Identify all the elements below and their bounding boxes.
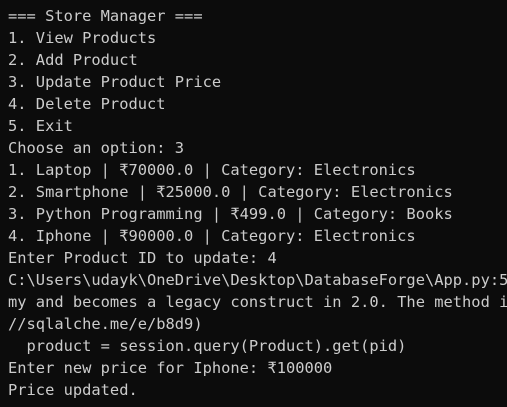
menu-option-add-product: 2. Add Product bbox=[8, 51, 138, 69]
warning-link-line: //sqlalche.me/e/b8d9) bbox=[8, 315, 203, 333]
product-row: 4. Iphone | ₹90000.0 | Category: Electro… bbox=[8, 227, 416, 245]
choose-option-prompt: Choose an option: 3 bbox=[8, 139, 185, 157]
status-message: Price updated. bbox=[8, 381, 138, 399]
menu-title: === Store Manager === bbox=[8, 7, 203, 25]
menu-option-update-price: 3. Update Product Price bbox=[8, 73, 222, 91]
menu-option-delete-product: 4. Delete Product bbox=[8, 95, 166, 113]
warning-message-line: my and becomes a legacy construct in 2.0… bbox=[8, 293, 507, 311]
warning-path-line: C:\Users\udayk\OneDrive\Desktop\Database… bbox=[8, 271, 507, 289]
product-row: 3. Python Programming | ₹499.0 | Categor… bbox=[8, 205, 453, 223]
product-id-prompt: Enter Product ID to update: 4 bbox=[8, 249, 277, 267]
menu-option-view-products: 1. View Products bbox=[8, 29, 157, 47]
terminal-output[interactable]: === Store Manager === 1. View Products 2… bbox=[0, 0, 507, 407]
product-row: 2. Smartphone | ₹25000.0 | Category: Ele… bbox=[8, 183, 453, 201]
warning-code-line: product = session.query(Product).get(pid… bbox=[8, 337, 407, 355]
new-price-prompt: Enter new price for Iphone: ₹100000 bbox=[8, 359, 333, 377]
product-row: 1. Laptop | ₹70000.0 | Category: Electro… bbox=[8, 161, 416, 179]
menu-option-exit: 5. Exit bbox=[8, 117, 73, 135]
